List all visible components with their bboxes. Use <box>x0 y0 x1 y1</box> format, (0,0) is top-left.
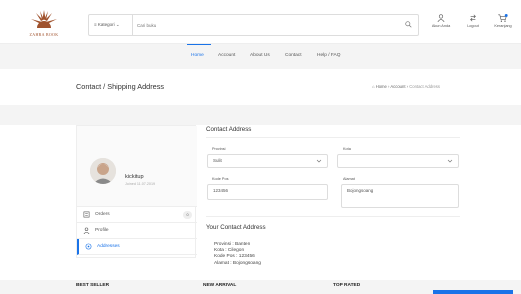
sidebar-label-orders: Orders <box>95 212 110 217</box>
zip-input[interactable]: 123456 <box>207 184 328 200</box>
cart-label: Keranjang <box>494 24 512 28</box>
search-icon[interactable] <box>405 21 412 28</box>
province-label: Provinsi <box>212 147 226 151</box>
your-address-title: Your Contact Address <box>206 224 266 231</box>
chevron-down-icon <box>316 159 322 163</box>
section-divider-band <box>0 105 521 125</box>
page-title: Contact / Shipping Address <box>76 82 165 91</box>
breadcrumb-account[interactable]: Account <box>390 84 405 89</box>
chevron-down-icon <box>447 159 453 163</box>
nav-contact[interactable]: Contact <box>285 53 302 58</box>
search-bar: ≡ Kategori ⌄ <box>88 14 419 36</box>
sidebar-item-addresses[interactable]: Addresses <box>77 239 197 255</box>
chat-widget-bar[interactable] <box>433 290 513 294</box>
account-sidebar: kickitup Joined 11.07.2019 Orders 0 Prof… <box>76 125 197 258</box>
sidebar-item-orders[interactable]: Orders 0 <box>77 207 197 223</box>
logo-sun-icon <box>31 10 57 28</box>
profile-icon <box>83 227 90 234</box>
account-label: Akun Anda <box>431 24 451 28</box>
address-line-zip: Kode Pos : 123456 <box>214 254 255 260</box>
brand-logo[interactable]: ZAHRA BOOK <box>22 10 66 40</box>
breadcrumb-current: Contact Address <box>409 84 440 89</box>
contact-address-title: Contact Address <box>206 126 252 133</box>
user-name: kickitup <box>125 174 144 180</box>
footer-new-arrival: NEW ARRIVAL <box>203 283 237 288</box>
search-input[interactable] <box>137 15 397 35</box>
logout-button[interactable]: Logout <box>462 14 484 38</box>
orders-icon <box>83 211 90 218</box>
cart-icon <box>498 14 508 22</box>
address-label: Alamat <box>343 177 355 181</box>
sidebar-label-addresses: Addresses <box>97 244 120 249</box>
user-icon <box>437 14 445 22</box>
city-select[interactable] <box>337 154 459 168</box>
logout-icon <box>470 14 476 22</box>
cart-button[interactable]: Keranjang <box>490 14 516 38</box>
nav-account[interactable]: Account <box>218 53 235 58</box>
nav-help[interactable]: Help / FAQ <box>317 53 340 58</box>
form-title-divider <box>206 137 460 138</box>
brand-name: ZAHRA BOOK <box>29 32 59 37</box>
sidebar-label-profile: Profile <box>95 228 109 233</box>
address-icon <box>85 243 92 250</box>
account-button[interactable]: Akun Anda <box>428 14 454 38</box>
profile-card: kickitup Joined 11.07.2019 <box>77 126 197 207</box>
breadcrumb: ⌂ Home › Account › Contact Address <box>372 84 440 89</box>
address-textarea[interactable]: Bojongsoang <box>341 184 459 208</box>
section-divider <box>206 216 460 217</box>
nav-about[interactable]: About Us <box>250 53 270 58</box>
category-label: Kategori <box>97 22 115 27</box>
footer-top-rated: TOP RATED <box>333 283 361 288</box>
logout-label: Logout <box>467 24 479 28</box>
address-line-street: Alamat : Bojongsoang <box>214 260 261 266</box>
address-summary: Provinsi : Banten Kota : Cilegon Kode Po… <box>214 242 261 267</box>
home-icon: ⌂ <box>372 84 375 89</box>
sidebar-item-profile[interactable]: Profile <box>77 223 197 239</box>
user-joined: Joined 11.07.2019 <box>125 182 156 186</box>
nav-home[interactable]: Home <box>191 53 204 58</box>
footer-best-seller: BEST SELLER <box>76 283 110 288</box>
zip-label: Kode Pos <box>212 177 229 181</box>
orders-count-badge: 0 <box>183 211 192 219</box>
nav-active-indicator <box>187 44 211 45</box>
province-select[interactable]: Sulit <box>207 154 328 168</box>
province-value: Sulit <box>213 158 222 163</box>
breadcrumb-home[interactable]: Home <box>376 84 387 89</box>
city-label: Kota <box>343 147 351 151</box>
category-dropdown[interactable]: ≡ Kategori ⌄ <box>89 15 133 35</box>
avatar <box>90 158 116 184</box>
